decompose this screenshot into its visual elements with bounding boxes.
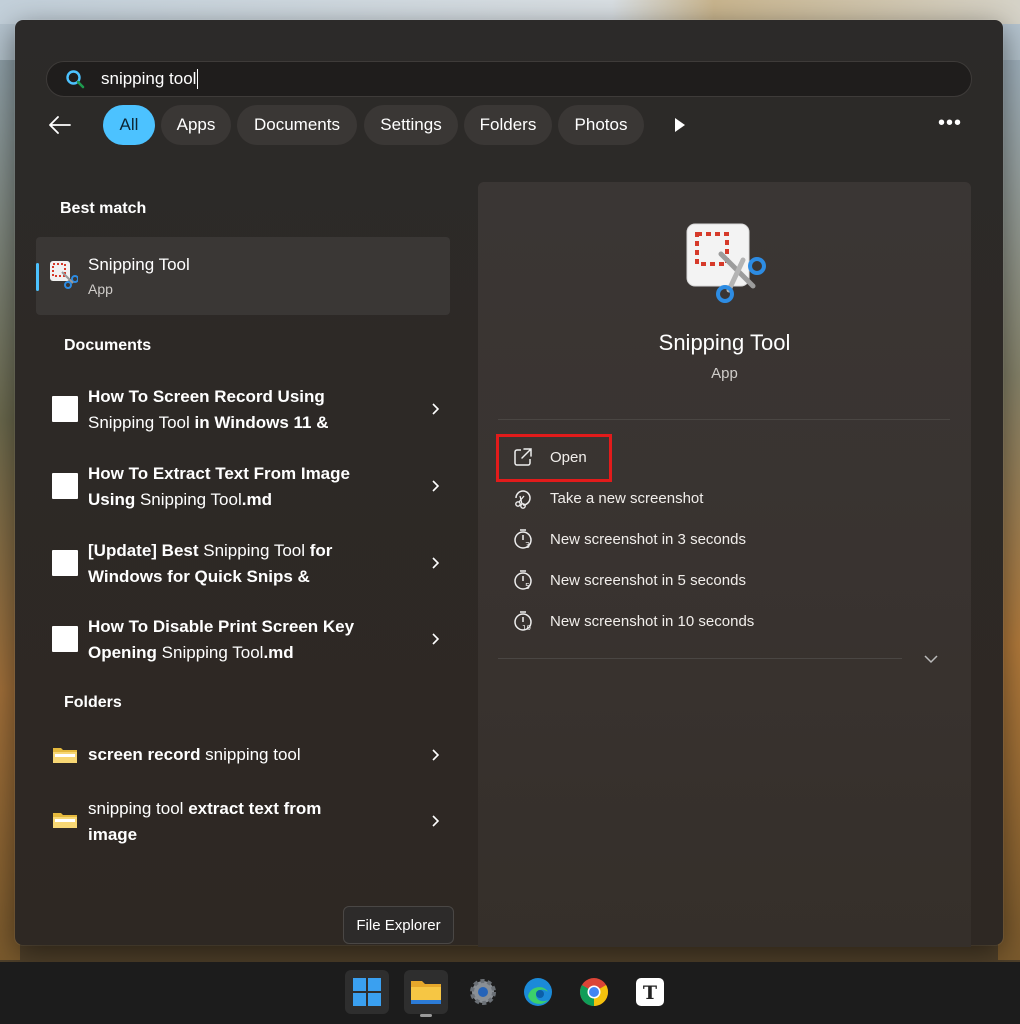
taskbar-edge[interactable] [516, 970, 560, 1014]
folder-result[interactable]: snipping tool extract text from image [50, 796, 450, 856]
snip-icon [515, 490, 531, 509]
tooltip: File Explorer [343, 906, 454, 944]
doc-title-part: in Windows 11 & [189, 413, 329, 432]
filter-chip-apps[interactable]: Apps [161, 105, 231, 145]
action-label: Take a new screenshot [550, 489, 704, 507]
document-icon [52, 626, 78, 652]
filter-bar: All Apps Documents Settings Folders Phot… [40, 105, 980, 145]
taskbar-settings[interactable] [461, 970, 505, 1014]
timer-3-icon: 3 [514, 529, 532, 550]
timer-10-icon: 10 [514, 611, 532, 632]
snipping-tool-app-icon [50, 261, 78, 289]
doc-title-part: Snipping Tool [198, 541, 310, 560]
chrome-icon [580, 978, 608, 1006]
svg-text:10: 10 [522, 624, 531, 632]
selection-indicator [36, 263, 39, 291]
filter-chip-documents[interactable]: Documents [237, 105, 357, 145]
chevron-right-icon[interactable] [428, 748, 442, 762]
taskbar-chrome[interactable] [572, 970, 616, 1014]
doc-title-part: Snipping Tool [156, 643, 264, 662]
details-pane: Snipping Tool App Open Take a new screen… [478, 182, 971, 947]
folder-name-part: snipping tool [88, 799, 184, 818]
start-button[interactable] [345, 970, 389, 1014]
doc-title-line1: How To Screen Record Using [88, 387, 325, 406]
settings-icon [470, 979, 496, 1005]
doc-title-part: [Update] Best [88, 541, 199, 560]
filter-chip-folders[interactable]: Folders [464, 105, 552, 145]
doc-title-line1: How To Disable Print Screen Key [88, 617, 355, 636]
doc-title-part: Snipping Tool [88, 413, 190, 432]
more-filters-arrow-icon[interactable] [670, 115, 690, 135]
best-match-name: Snipping Tool [88, 255, 190, 274]
action-label: New screenshot in 3 seconds [550, 530, 746, 548]
details-app-type: App [711, 365, 738, 382]
action-label: New screenshot in 10 seconds [550, 612, 755, 630]
doc-title-part: Using [88, 490, 136, 509]
divider [498, 419, 950, 420]
folder-name-part: extract text from [183, 799, 322, 818]
svg-text:5: 5 [525, 582, 530, 591]
file-explorer-icon [411, 981, 441, 1004]
document-icon [52, 473, 78, 499]
taskbar-file-explorer[interactable] [404, 970, 448, 1014]
document-result[interactable]: How To Disable Print Screen Key Opening … [50, 614, 450, 674]
edge-icon [524, 978, 552, 1006]
folder-name-part: screen record [88, 745, 201, 764]
highlight-box [496, 434, 612, 482]
document-icon [52, 396, 78, 422]
folders-heading: Folders [64, 694, 122, 711]
taskbar [0, 962, 1020, 1024]
chevron-right-icon[interactable] [428, 402, 442, 416]
filter-chip-photos[interactable]: Photos [558, 105, 644, 145]
doc-title-line1: How To Extract Text From Image [88, 464, 350, 483]
folder-icon [53, 813, 77, 828]
chevron-right-icon[interactable] [428, 556, 442, 570]
doc-title-part: .md [263, 643, 294, 662]
svg-text:T: T [643, 982, 657, 1004]
action-screenshot-3s[interactable]: 3 New screenshot in 3 seconds [512, 523, 812, 555]
windows-start-icon [353, 978, 381, 1006]
divider [498, 658, 902, 659]
search-input[interactable]: snipping tool [101, 69, 196, 89]
taskbar-typora[interactable]: T [628, 970, 672, 1014]
filter-chip-all[interactable]: All [103, 105, 155, 145]
action-screenshot-5s[interactable]: 5 New screenshot in 5 seconds [512, 564, 812, 596]
document-result[interactable]: How To Extract Text From Image Using Sni… [50, 461, 450, 521]
doc-title-part: Windows for Quick Snips & [88, 567, 310, 586]
document-result[interactable]: How To Screen Record Using Snipping Tool… [50, 384, 450, 444]
chevron-right-icon[interactable] [428, 479, 442, 493]
action-screenshot-10s[interactable]: 10 New screenshot in 10 seconds [512, 605, 812, 637]
more-options-icon[interactable]: ••• [936, 113, 964, 137]
chevron-right-icon[interactable] [428, 814, 442, 828]
action-take-screenshot[interactable]: Take a new screenshot [512, 482, 812, 514]
timer-5-icon: 5 [514, 570, 532, 591]
best-match-result[interactable]: Snipping Tool App [36, 237, 450, 315]
doc-title-part: Opening [88, 643, 157, 662]
action-label: New screenshot in 5 seconds [550, 571, 746, 589]
folder-name-part: snipping tool [200, 745, 301, 764]
folder-name-part: image [88, 825, 138, 844]
details-app-name: Snipping Tool [658, 330, 791, 355]
folder-result[interactable]: screen record snipping tool [50, 742, 450, 772]
best-match-heading: Best match [60, 200, 147, 217]
svg-text:3: 3 [525, 541, 530, 550]
text-caret [197, 69, 199, 89]
doc-title-part: .md [241, 490, 272, 509]
documents-heading: Documents [64, 337, 152, 354]
running-indicator [420, 1014, 432, 1017]
doc-title-part: for [309, 541, 333, 560]
search-icon [66, 70, 85, 89]
folder-icon [53, 748, 77, 763]
document-icon [52, 550, 78, 576]
snipping-tool-app-icon [686, 223, 766, 303]
best-match-type: App [88, 281, 113, 297]
search-box[interactable]: snipping tool [46, 61, 972, 97]
chevron-right-icon[interactable] [428, 632, 442, 646]
document-result[interactable]: [Update] Best Snipping Tool for Windows … [50, 538, 450, 598]
back-arrow-icon[interactable] [46, 113, 74, 137]
filter-chip-settings[interactable]: Settings [364, 105, 458, 145]
typora-icon: T [636, 978, 664, 1006]
doc-title-part: Snipping Tool [135, 490, 242, 509]
chevron-down-icon[interactable] [922, 652, 940, 666]
